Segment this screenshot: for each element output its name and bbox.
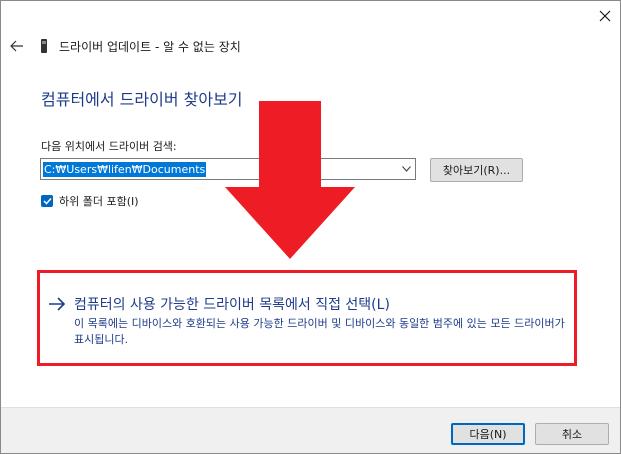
close-icon <box>599 10 611 22</box>
chevron-down-icon <box>401 166 411 172</box>
combo-dropdown-button[interactable] <box>401 164 411 174</box>
dialog-window: 드라이버 업데이트 - 알 수 없는 장치 컴퓨터에서 드라이버 찾아보기 다음… <box>0 0 621 454</box>
footer-separator <box>1 407 620 408</box>
cancel-button[interactable]: 취소 <box>535 423 609 445</box>
annotation-arrow <box>225 101 355 259</box>
pick-from-list-link[interactable]: 컴퓨터의 사용 가능한 드라이버 목록에서 직접 선택(L) <box>48 294 390 314</box>
back-button[interactable] <box>9 38 25 54</box>
checkmark-icon <box>42 197 52 205</box>
back-arrow-icon <box>10 40 23 52</box>
include-subfolders-checkbox[interactable] <box>41 195 53 207</box>
close-button[interactable] <box>591 4 619 28</box>
next-button[interactable]: 다음(N) <box>451 423 525 445</box>
pick-from-list-description: 이 목록에는 디바이스와 호환되는 사용 가능한 드라이버 및 디바이스와 동일… <box>74 317 565 346</box>
include-subfolders-row[interactable]: 하위 폴더 포함(I) <box>41 193 139 209</box>
window-title: 드라이버 업데이트 - 알 수 없는 장치 <box>59 39 241 54</box>
browse-button[interactable]: 찾아보기(R)... <box>430 158 523 182</box>
dialog-footer <box>1 407 620 453</box>
search-location-label: 다음 위치에서 드라이버 검색: <box>41 140 177 153</box>
pick-from-list-title[interactable]: 컴퓨터의 사용 가능한 드라이버 목록에서 직접 선택(L) <box>74 294 390 314</box>
path-input-value[interactable]: C:₩Users₩lifen₩Documents <box>43 162 207 177</box>
page-title: 컴퓨터에서 드라이버 찾아보기 <box>41 90 243 109</box>
device-icon <box>39 39 49 53</box>
right-arrow-icon <box>48 297 66 311</box>
include-subfolders-label: 하위 폴더 포함(I) <box>59 195 139 208</box>
title-bar: 드라이버 업데이트 - 알 수 없는 장치 <box>9 35 241 57</box>
